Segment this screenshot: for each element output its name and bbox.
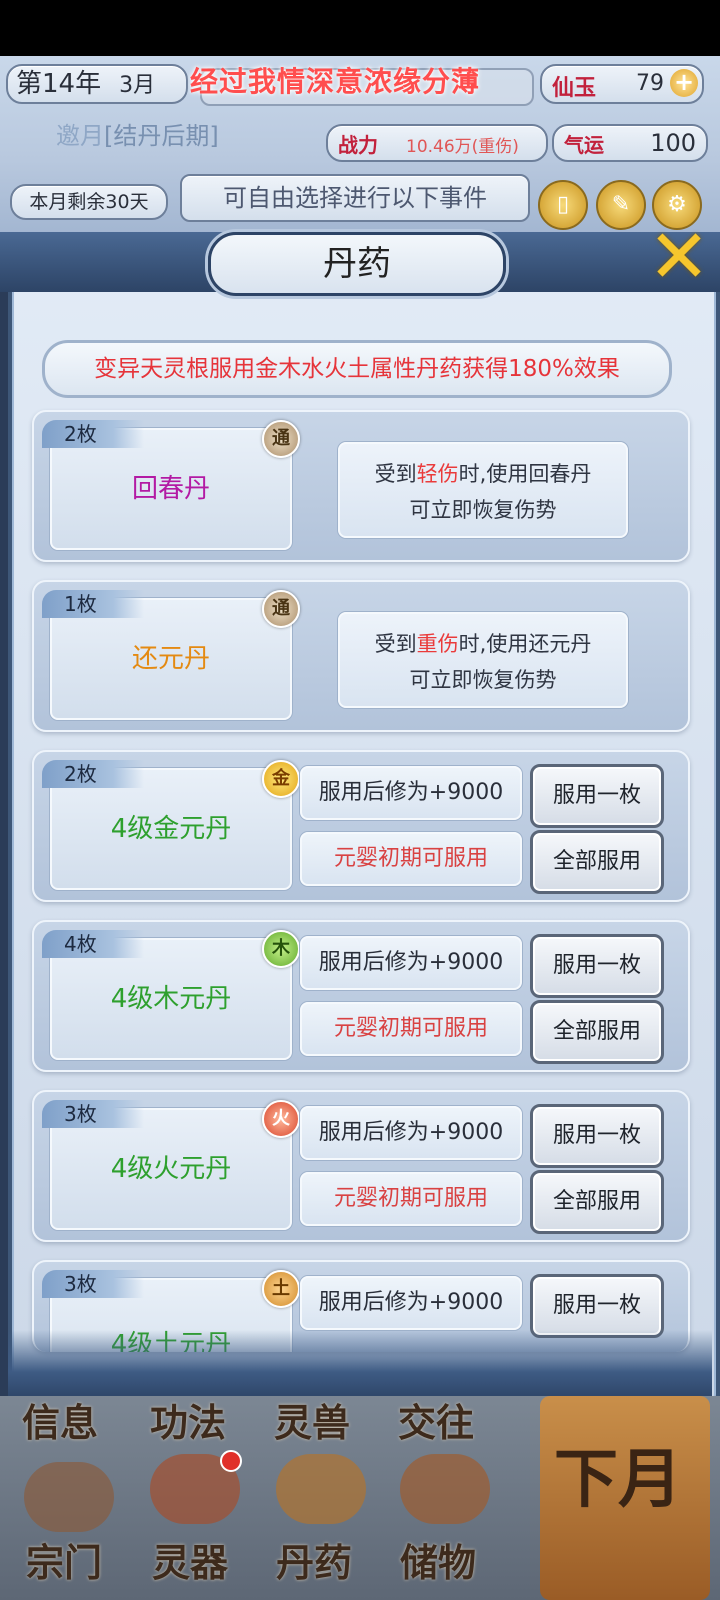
character-name: 邀月[结丹后期] <box>56 116 219 151</box>
desc-line2: 可立即恢复伤势 <box>409 498 557 522</box>
pill-effect: 服用后修为+9000 <box>300 1106 522 1160</box>
desc-text: 时,使用还元丹 <box>458 632 592 656</box>
add-jade-button[interactable]: + <box>670 69 698 97</box>
nav-info[interactable]: 信息 <box>22 1392 98 1447</box>
take-all-button[interactable]: 全部服用 <box>530 1000 664 1064</box>
combat-power: 战力 10.46万(重伤) <box>326 124 548 162</box>
luck-stat: 气运 100 <box>552 124 708 162</box>
nav-skills[interactable]: 功法 <box>150 1392 226 1447</box>
date-display: 第14年 3月 <box>6 64 188 104</box>
luck-value: 100 <box>650 129 696 157</box>
grade-badge-icon: 通 <box>262 590 300 628</box>
nav-pills[interactable]: 丹药 <box>276 1532 352 1587</box>
take-one-button[interactable]: 服用一枚 <box>530 1104 664 1168</box>
event-hint: 可自由选择进行以下事件 <box>180 174 530 222</box>
nav-artifacts[interactable]: 灵器 <box>152 1532 228 1587</box>
status-bar <box>0 0 720 56</box>
sect-icon <box>24 1462 114 1532</box>
pill-card: 4级金元丹 2枚 金 服用后修为+9000 元婴初期可服用 服用一枚 全部服用 <box>32 750 690 902</box>
grade-badge-icon: 金 <box>262 760 300 798</box>
pill-card: 回春丹 2枚 通 受到轻伤时,使用回春丹 可立即恢复伤势 <box>32 410 690 562</box>
power-label: 战力 <box>338 133 378 157</box>
grade-badge-icon: 火 <box>262 1100 300 1138</box>
nav-relations[interactable]: 交往 <box>398 1392 474 1447</box>
power-value: 10.46万(重伤) <box>406 137 519 157</box>
pill-description: 受到重伤时,使用还元丹 可立即恢复伤势 <box>338 612 628 708</box>
grade-badge-icon: 木 <box>262 930 300 968</box>
jade-value: 79 <box>636 71 664 96</box>
take-all-button[interactable]: 全部服用 <box>530 1170 664 1234</box>
desc-text: 受到 <box>374 632 417 656</box>
next-month-label: 下月 <box>554 1442 682 1517</box>
pill-card: 4级火元丹 3枚 火 服用后修为+9000 元婴初期可服用 服用一枚 全部服用 <box>32 1090 690 1242</box>
character-realm: [结丹后期] <box>104 122 219 150</box>
storage-icon <box>400 1454 490 1524</box>
pill-quantity: 1枚 <box>42 590 144 618</box>
take-one-button[interactable]: 服用一枚 <box>530 764 664 828</box>
nav-storage[interactable]: 储物 <box>400 1532 476 1587</box>
days-remaining: 本月剩余30天 <box>10 184 168 220</box>
grade-badge-icon: 通 <box>262 420 300 458</box>
phone-icon[interactable]: ▯ <box>538 180 588 230</box>
pill-requirement: 元婴初期可服用 <box>300 832 522 886</box>
desc-highlight: 重伤 <box>416 632 459 656</box>
pill-requirement: 元婴初期可服用 <box>300 1172 522 1226</box>
panel-title: 丹药 <box>208 232 506 296</box>
pill-quantity: 4枚 <box>42 930 144 958</box>
luck-label: 气运 <box>564 133 604 157</box>
pill-effect: 服用后修为+9000 <box>300 766 522 820</box>
pill-quantity: 2枚 <box>42 760 144 788</box>
top-hud: 第14年 3月 经过我情深意浓缘分薄 仙玉 79 + 邀月[结丹后期] 战力 10… <box>0 56 720 246</box>
pill-effect: 服用后修为+9000 <box>300 936 522 990</box>
panel-bottom-trim <box>8 1330 712 1400</box>
take-one-button[interactable]: 服用一枚 <box>530 934 664 998</box>
pill-description: 受到轻伤时,使用回春丹 可立即恢复伤势 <box>338 442 628 538</box>
pill-quantity: 2枚 <box>42 420 144 448</box>
pill-quantity: 3枚 <box>42 1270 144 1298</box>
close-button[interactable]: ✕ <box>644 220 714 294</box>
desc-text: 时,使用回春丹 <box>458 462 592 486</box>
nav-spirit-beasts[interactable]: 灵兽 <box>274 1392 350 1447</box>
desc-line2: 可立即恢复伤势 <box>409 668 557 692</box>
nav-sect[interactable]: 宗门 <box>26 1532 102 1587</box>
month-label: 3月 <box>119 73 156 98</box>
jade-label: 仙玉 <box>552 75 597 101</box>
pill-requirement: 元婴初期可服用 <box>300 1002 522 1056</box>
notification-dot <box>220 1450 242 1472</box>
scrolling-banner: 经过我情深意浓缘分薄 <box>190 65 481 98</box>
brush-icon[interactable]: ✎ <box>596 180 646 230</box>
pill-card: 4级木元丹 4枚 木 服用后修为+9000 元婴初期可服用 服用一枚 全部服用 <box>32 920 690 1072</box>
next-month-button[interactable]: 下月 <box>540 1396 710 1600</box>
character-name-text: 邀月 <box>56 122 104 150</box>
pill-quantity: 3枚 <box>42 1100 144 1128</box>
desc-text: 受到 <box>374 462 417 486</box>
pill-card: 还元丹 1枚 通 受到重伤时,使用还元丹 可立即恢复伤势 <box>32 580 690 732</box>
desc-highlight: 轻伤 <box>416 462 459 486</box>
grade-badge-icon: 土 <box>262 1270 300 1308</box>
jade-currency: 仙玉 79 + <box>540 64 704 104</box>
take-one-button[interactable]: 服用一枚 <box>530 1274 664 1338</box>
take-all-button[interactable]: 全部服用 <box>530 830 664 894</box>
year-label: 第14年 <box>16 69 102 99</box>
pill-effect: 服用后修为+9000 <box>300 1276 522 1330</box>
pill-gourd-icon <box>276 1454 366 1524</box>
bonus-notice: 变异天灵根服用金木水火土属性丹药获得180%效果 <box>42 340 672 398</box>
